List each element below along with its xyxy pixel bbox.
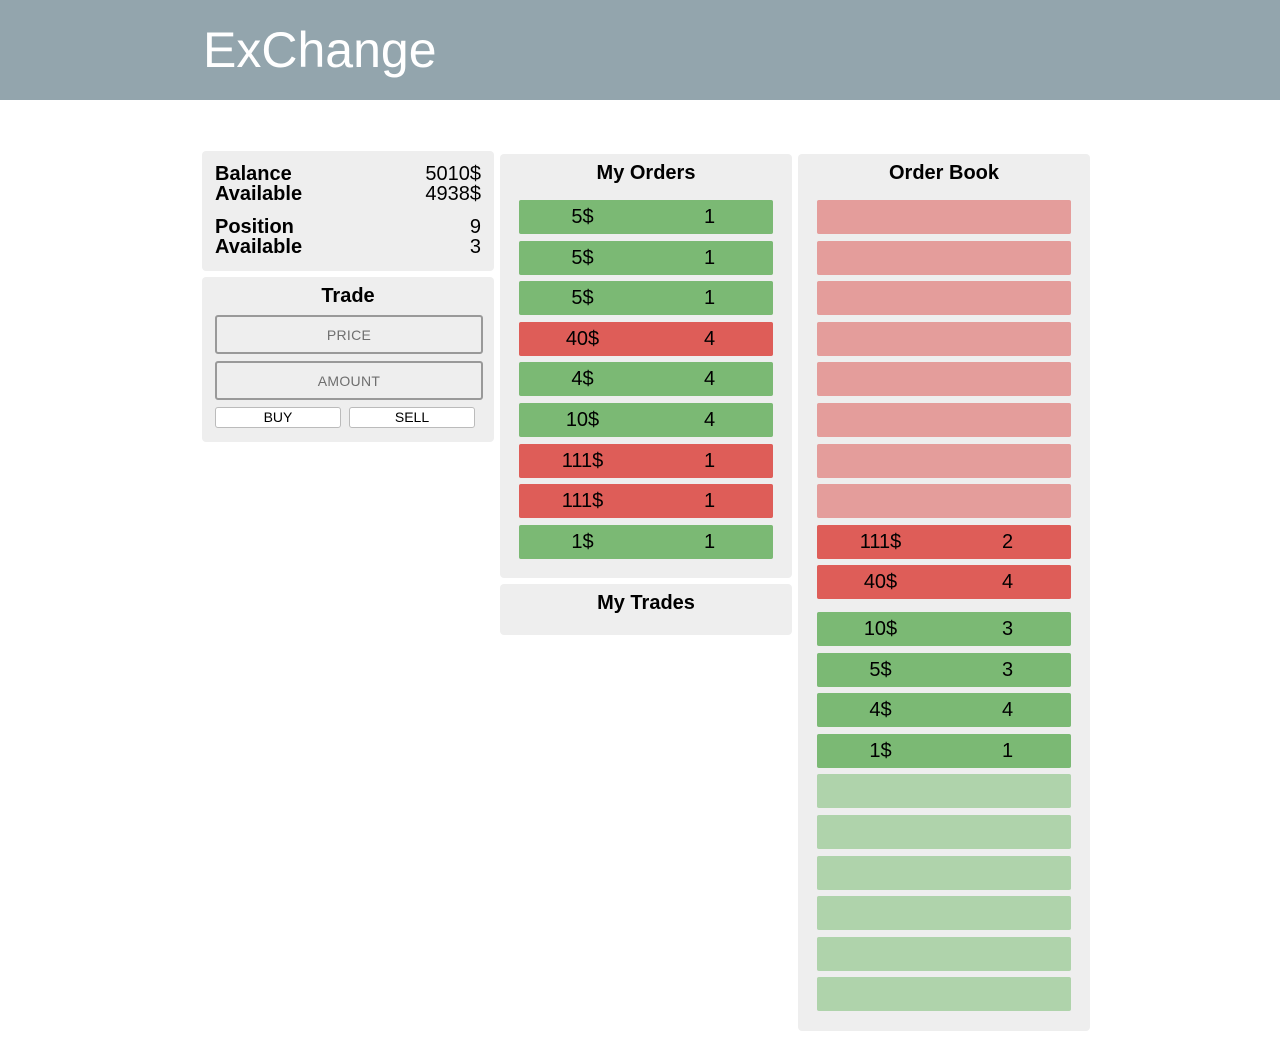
order-book-empty-ask-row[interactable] — [817, 484, 1071, 518]
balance-available-row: Available 4938$ — [215, 184, 481, 204]
order-book-empty-bid-row[interactable] — [817, 937, 1071, 971]
position-value: 9 — [469, 216, 481, 238]
trade-panel: Trade BUY SELL — [202, 277, 494, 442]
my-order-row[interactable]: 10$ 4 — [519, 403, 773, 437]
order-price: 5$ — [571, 287, 594, 309]
order-price: 4$ — [869, 699, 892, 721]
order-price: 10$ — [863, 618, 898, 640]
order-book-empty-bid-row[interactable] — [817, 896, 1071, 930]
order-book-ask-row[interactable]: 40$ 4 — [817, 565, 1071, 599]
order-book-empty-ask-row[interactable] — [817, 362, 1071, 396]
balance-available-value: 4938$ — [425, 183, 481, 205]
order-price: 5$ — [571, 247, 594, 269]
order-quantity: 1 — [703, 450, 716, 472]
order-quantity: 1 — [703, 247, 716, 269]
my-orders-title: My Orders — [596, 162, 696, 184]
my-order-row[interactable]: 5$ 1 — [519, 241, 773, 275]
amount-input[interactable] — [215, 361, 483, 400]
balance-row: Balance 5010$ — [215, 164, 481, 184]
order-book-bid-row[interactable]: 1$ 1 — [817, 734, 1071, 768]
position-row: Position 9 — [215, 217, 481, 237]
order-book-empty-ask-row[interactable] — [817, 200, 1071, 234]
my-order-row[interactable]: 4$ 4 — [519, 362, 773, 396]
order-book-empty-ask-row[interactable] — [817, 281, 1071, 315]
app-title: ExChange — [203, 22, 437, 78]
my-order-row[interactable]: 5$ 1 — [519, 281, 773, 315]
order-book-title: Order Book — [888, 162, 1000, 184]
order-book-ask-row[interactable]: 111$ 2 — [817, 525, 1071, 559]
order-quantity: 3 — [1001, 659, 1014, 681]
order-quantity: 1 — [703, 287, 716, 309]
order-price: 111$ — [561, 450, 604, 472]
order-quantity: 1 — [703, 490, 716, 512]
order-quantity: 1 — [703, 206, 716, 228]
order-price: 40$ — [863, 571, 898, 593]
order-quantity: 2 — [1001, 531, 1014, 553]
trade-title: Trade — [321, 285, 375, 307]
order-price: 10$ — [565, 409, 600, 431]
order-price: 111$ — [561, 490, 604, 512]
my-order-row[interactable]: 5$ 1 — [519, 200, 773, 234]
position-available-label: Available — [215, 236, 303, 258]
app-header: ExChange — [0, 0, 1280, 100]
my-trades-title: My Trades — [597, 592, 695, 614]
my-order-row[interactable]: 1$ 1 — [519, 525, 773, 559]
my-order-row[interactable]: 111$ 1 — [519, 484, 773, 518]
buy-button[interactable]: BUY — [215, 407, 341, 428]
order-price: 40$ — [565, 328, 600, 350]
order-quantity: 3 — [1001, 618, 1014, 640]
order-price: 1$ — [869, 740, 892, 762]
my-orders-panel: My Orders 5$ 1 5$ 1 5$ 1 40$ 4 4$ 4 10$ 4 111$ 1 111$ 1… — [500, 154, 792, 578]
order-book-bid-row[interactable]: 4$ 4 — [817, 693, 1071, 727]
order-price: 5$ — [869, 659, 892, 681]
my-trades-panel: My Trades — [500, 584, 792, 635]
order-quantity: 4 — [703, 328, 716, 350]
order-book-empty-ask-row[interactable] — [817, 403, 1071, 437]
account-summary-panel: Balance 5010$ Available 4938$ Position 9… — [202, 151, 494, 271]
order-book-empty-ask-row[interactable] — [817, 444, 1071, 478]
order-book-empty-ask-row[interactable] — [817, 322, 1071, 356]
my-order-row[interactable]: 111$ 1 — [519, 444, 773, 478]
sell-button[interactable]: SELL — [349, 407, 475, 428]
order-price: 5$ — [571, 206, 594, 228]
order-price: 1$ — [571, 531, 594, 553]
order-price: 4$ — [571, 368, 594, 390]
order-book-bid-row[interactable]: 10$ 3 — [817, 612, 1071, 646]
order-book-bid-row[interactable]: 5$ 3 — [817, 653, 1071, 687]
order-book-empty-bid-row[interactable] — [817, 774, 1071, 808]
order-book-empty-bid-row[interactable] — [817, 856, 1071, 890]
order-book-empty-ask-row[interactable] — [817, 241, 1071, 275]
position-available-value: 3 — [469, 236, 481, 258]
position-available-row: Available 3 — [215, 237, 481, 257]
price-input[interactable] — [215, 315, 483, 354]
order-quantity: 4 — [703, 368, 716, 390]
order-price: 111$ — [859, 531, 902, 553]
order-quantity: 4 — [1001, 699, 1014, 721]
position-label: Position — [215, 216, 294, 238]
order-quantity: 4 — [1001, 571, 1014, 593]
balance-label: Balance — [215, 163, 292, 185]
order-quantity: 1 — [703, 531, 716, 553]
my-order-row[interactable]: 40$ 4 — [519, 322, 773, 356]
order-book-panel: Order Book 111$ 2 40$ 4 10$ 3 5$ 3 4$ 4 1$ 1 — [798, 154, 1090, 1031]
order-quantity: 1 — [1001, 740, 1014, 762]
order-quantity: 4 — [703, 409, 716, 431]
order-book-empty-bid-row[interactable] — [817, 815, 1071, 849]
balance-available-label: Available — [215, 183, 303, 205]
balance-value: 5010$ — [425, 163, 481, 185]
order-book-empty-bid-row[interactable] — [817, 977, 1071, 1011]
